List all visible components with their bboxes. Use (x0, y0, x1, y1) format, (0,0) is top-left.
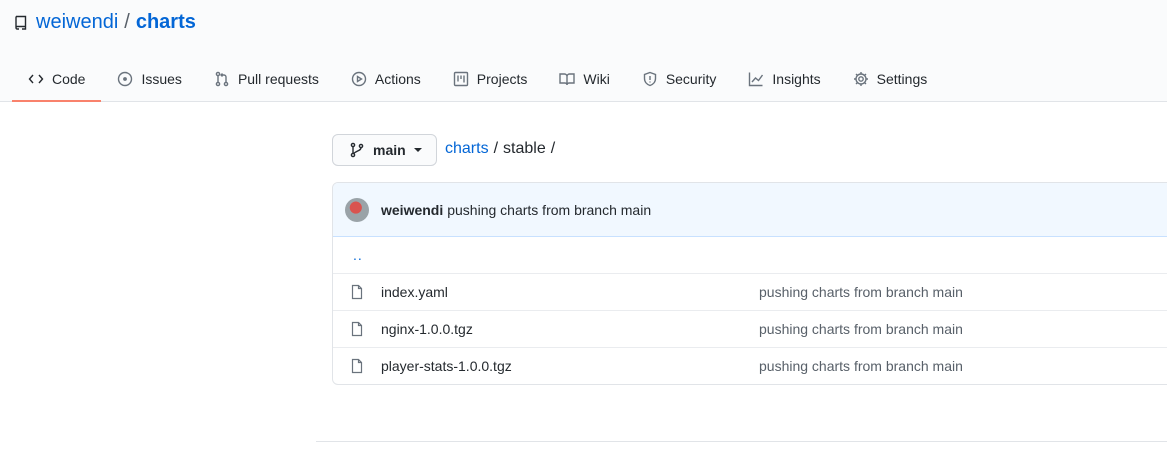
file-commit-message-link[interactable]: pushing charts from branch main (759, 284, 963, 300)
tab-label: Pull requests (237, 71, 319, 87)
file-list: weiwendi pushing charts from branch main… (332, 182, 1167, 385)
repo-header: weiwendi / charts Code Issues Pull reque… (0, 0, 1167, 102)
file-commit-message-link[interactable]: pushing charts from branch main (759, 358, 963, 374)
book-icon (559, 73, 576, 86)
tab-label: Actions (374, 71, 421, 87)
tab-label: Wiki (583, 71, 610, 87)
gear-icon (853, 72, 868, 86)
commit-message-link[interactable]: pushing charts from branch main (447, 202, 651, 218)
code-icon (28, 74, 44, 84)
commit-author-link[interactable]: weiwendi (381, 202, 443, 218)
file-name-link[interactable]: index.yaml (381, 284, 448, 300)
file-name-link[interactable]: player-stats-1.0.0.tgz (381, 358, 512, 374)
breadcrumb: charts / stable / (445, 140, 560, 158)
repo-nav-tabs: Code Issues Pull requests Actions Projec… (12, 56, 943, 102)
file-row[interactable]: index.yaml pushing charts from branch ma… (333, 273, 1167, 310)
repo-title-separator: / (124, 11, 130, 33)
avatar[interactable] (345, 197, 369, 222)
branch-label: main (373, 142, 406, 158)
file-name-link[interactable]: nginx-1.0.0.tgz (381, 321, 473, 337)
tab-issues[interactable]: Issues (101, 56, 197, 102)
tab-code[interactable]: Code (12, 56, 102, 102)
shield-icon (643, 71, 657, 87)
graph-icon (749, 72, 764, 87)
tab-label: Insights (772, 71, 821, 87)
file-icon (349, 358, 365, 374)
tab-security[interactable]: Security (626, 56, 733, 102)
file-row[interactable]: player-stats-1.0.0.tgz pushing charts fr… (333, 347, 1167, 384)
pull-request-icon (215, 71, 229, 87)
tab-label: Settings (876, 71, 928, 87)
repo-name-link[interactable]: charts (136, 11, 196, 34)
tab-label: Projects (476, 71, 528, 87)
parent-directory-link[interactable]: .. (353, 247, 363, 263)
breadcrumb-root-link[interactable]: charts (445, 140, 489, 158)
tab-label: Issues (141, 71, 182, 87)
file-icon (349, 284, 365, 300)
tab-label: Security (665, 71, 717, 87)
tab-pull-requests[interactable]: Pull requests (198, 56, 335, 102)
breadcrumb-separator: / (550, 140, 556, 157)
tab-projects[interactable]: Projects (437, 56, 544, 102)
git-branch-icon (350, 142, 364, 158)
repo-icon (15, 15, 27, 30)
play-icon (351, 71, 367, 87)
file-commit-message-link[interactable]: pushing charts from branch main (759, 321, 963, 337)
repo-title: weiwendi / charts (13, 11, 196, 34)
project-icon (453, 71, 468, 87)
footer-divider (316, 441, 1167, 442)
breadcrumb-current: stable (503, 140, 546, 157)
tab-label: Code (52, 71, 86, 87)
parent-directory-row[interactable]: .. (333, 237, 1167, 273)
tab-actions[interactable]: Actions (335, 56, 437, 102)
issue-icon (118, 71, 133, 87)
tab-insights[interactable]: Insights (732, 56, 836, 102)
tab-settings[interactable]: Settings (837, 56, 944, 102)
file-row[interactable]: nginx-1.0.0.tgz pushing charts from bran… (333, 310, 1167, 347)
chevron-down-icon (413, 148, 422, 152)
branch-select-button[interactable]: main (332, 134, 437, 166)
latest-commit-bar: weiwendi pushing charts from branch main (333, 183, 1167, 237)
file-icon (349, 321, 365, 337)
repo-owner-link[interactable]: weiwendi (36, 11, 118, 34)
tab-wiki[interactable]: Wiki (543, 56, 625, 102)
breadcrumb-separator: / (493, 140, 499, 157)
